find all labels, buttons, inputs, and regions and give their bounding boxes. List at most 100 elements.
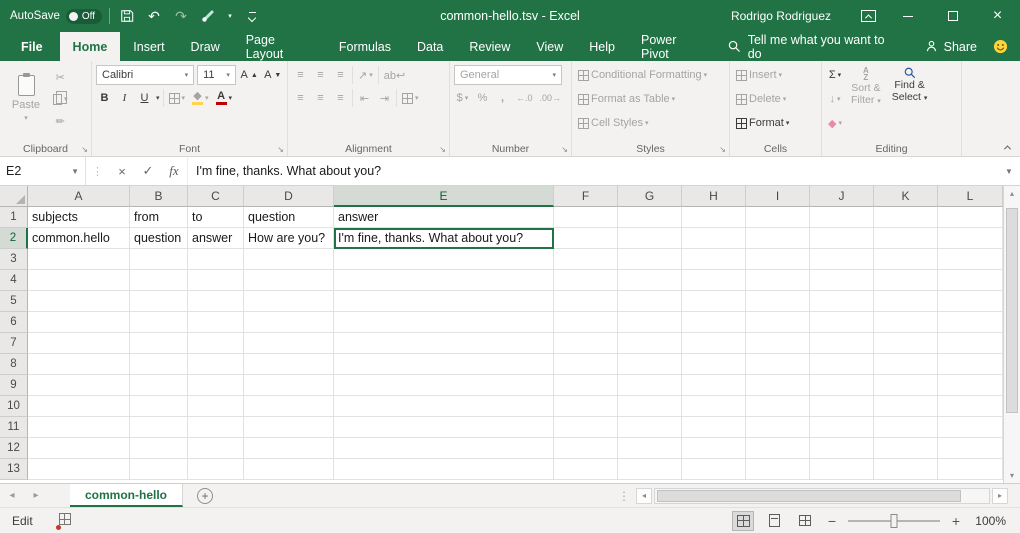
column-header-F[interactable]: F — [554, 186, 618, 207]
cell-K3[interactable] — [874, 249, 938, 270]
cell-K11[interactable] — [874, 417, 938, 438]
column-header-D[interactable]: D — [244, 186, 334, 207]
cell-I13[interactable] — [746, 459, 810, 480]
cell-H5[interactable] — [682, 291, 746, 312]
page-layout-view-button[interactable] — [763, 511, 785, 531]
cell-L13[interactable] — [938, 459, 1003, 480]
cancel-button[interactable]: × — [109, 157, 135, 185]
cell-J1[interactable] — [810, 207, 874, 228]
cell-C13[interactable] — [188, 459, 244, 480]
column-header-G[interactable]: G — [618, 186, 682, 207]
cell-L1[interactable] — [938, 207, 1003, 228]
cell-L4[interactable] — [938, 270, 1003, 291]
cell-B5[interactable] — [130, 291, 188, 312]
tab-view[interactable]: View — [523, 32, 576, 61]
cell-I11[interactable] — [746, 417, 810, 438]
font-size-combo[interactable]: 11▾ — [197, 65, 236, 85]
cell-E1[interactable]: answer — [334, 207, 554, 228]
cell-H2[interactable] — [682, 228, 746, 249]
cell-D12[interactable] — [244, 438, 334, 459]
cell-E5[interactable] — [334, 291, 554, 312]
cell-D4[interactable] — [244, 270, 334, 291]
underline-button[interactable]: U — [136, 88, 153, 108]
collapse-ribbon-icon[interactable] — [1003, 145, 1010, 152]
maximize-button[interactable] — [930, 0, 975, 32]
column-header-C[interactable]: C — [188, 186, 244, 207]
delete-cells-button[interactable]: Delete▾ — [734, 89, 817, 109]
row-header-10[interactable]: 10 — [0, 396, 28, 417]
row-header-11[interactable]: 11 — [0, 417, 28, 438]
cell-A4[interactable] — [28, 270, 130, 291]
format-as-table-button[interactable]: Format as Table▾ — [576, 89, 725, 109]
shrink-font-button[interactable]: A▼ — [262, 65, 283, 85]
cell-A6[interactable] — [28, 312, 130, 333]
cell-B2[interactable]: question — [130, 228, 188, 249]
tell-me-search[interactable]: Tell me what you want to do — [718, 32, 911, 61]
cell-C11[interactable] — [188, 417, 244, 438]
font-dialog-launcher-icon[interactable]: ↘ — [277, 145, 284, 154]
cell-A2[interactable]: common.hello — [28, 228, 130, 249]
formula-input[interactable]: I'm fine, thanks. What about you? — [187, 157, 998, 185]
brush-icon[interactable] — [198, 5, 218, 27]
new-sheet-button[interactable]: + — [197, 488, 213, 504]
cell-B4[interactable] — [130, 270, 188, 291]
decrease-indent-button[interactable]: ⇤ — [356, 88, 373, 108]
cell-J7[interactable] — [810, 333, 874, 354]
close-button[interactable]: × — [975, 0, 1020, 32]
scroll-right-icon[interactable]: ▸ — [992, 488, 1008, 504]
horizontal-scrollbar[interactable]: ◂ ▸ — [636, 484, 1008, 507]
cell-A8[interactable] — [28, 354, 130, 375]
cell-L5[interactable] — [938, 291, 1003, 312]
cell-E3[interactable] — [334, 249, 554, 270]
cell-A7[interactable] — [28, 333, 130, 354]
insert-function-button[interactable]: fx — [161, 157, 187, 185]
cell-L8[interactable] — [938, 354, 1003, 375]
format-cells-button[interactable]: Format▾ — [734, 113, 817, 133]
cell-C10[interactable] — [188, 396, 244, 417]
paste-button[interactable]: Paste ▾ — [4, 65, 48, 131]
sheet-nav-left-icon[interactable]: ◂ — [0, 484, 24, 507]
cell-K8[interactable] — [874, 354, 938, 375]
column-header-K[interactable]: K — [874, 186, 938, 207]
cell-J5[interactable] — [810, 291, 874, 312]
cell-G9[interactable] — [618, 375, 682, 396]
tab-draw[interactable]: Draw — [178, 32, 233, 61]
decrease-decimal-button[interactable]: .00→ — [538, 88, 564, 108]
cell-C1[interactable]: to — [188, 207, 244, 228]
cell-E4[interactable] — [334, 270, 554, 291]
zoom-in-button[interactable]: + — [949, 513, 963, 529]
column-header-L[interactable]: L — [938, 186, 1003, 207]
row-header-9[interactable]: 9 — [0, 375, 28, 396]
cell-I1[interactable] — [746, 207, 810, 228]
cell-K13[interactable] — [874, 459, 938, 480]
row-header-7[interactable]: 7 — [0, 333, 28, 354]
cell-F8[interactable] — [554, 354, 618, 375]
clear-button[interactable]: ◆▾ — [826, 113, 844, 133]
cell-A11[interactable] — [28, 417, 130, 438]
cell-B9[interactable] — [130, 375, 188, 396]
name-box-dropdown-icon[interactable]: ▼ — [71, 167, 79, 176]
cell-G8[interactable] — [618, 354, 682, 375]
align-center-button[interactable]: ≡ — [312, 88, 329, 108]
cell-I7[interactable] — [746, 333, 810, 354]
cell-I2[interactable] — [746, 228, 810, 249]
align-bottom-button[interactable]: ≡ — [332, 65, 349, 85]
minimize-button[interactable] — [885, 0, 930, 32]
cell-I9[interactable] — [746, 375, 810, 396]
cell-E11[interactable] — [334, 417, 554, 438]
cell-B11[interactable] — [130, 417, 188, 438]
zoom-slider-thumb[interactable] — [891, 514, 898, 528]
enter-button[interactable]: ✓ — [135, 157, 161, 185]
name-box[interactable]: E2 ▼ — [0, 157, 86, 185]
cell-K6[interactable] — [874, 312, 938, 333]
comma-style-button[interactable]: , — [494, 88, 511, 108]
select-all-button[interactable] — [0, 186, 28, 207]
cell-J8[interactable] — [810, 354, 874, 375]
cell-K1[interactable] — [874, 207, 938, 228]
wrap-text-button[interactable]: ab↩ — [382, 65, 407, 85]
cell-E7[interactable] — [334, 333, 554, 354]
cell-I10[interactable] — [746, 396, 810, 417]
autosum-button[interactable]: Σ▾ — [826, 65, 844, 85]
cell-L7[interactable] — [938, 333, 1003, 354]
format-painter-button[interactable]: ✏ — [51, 111, 70, 131]
